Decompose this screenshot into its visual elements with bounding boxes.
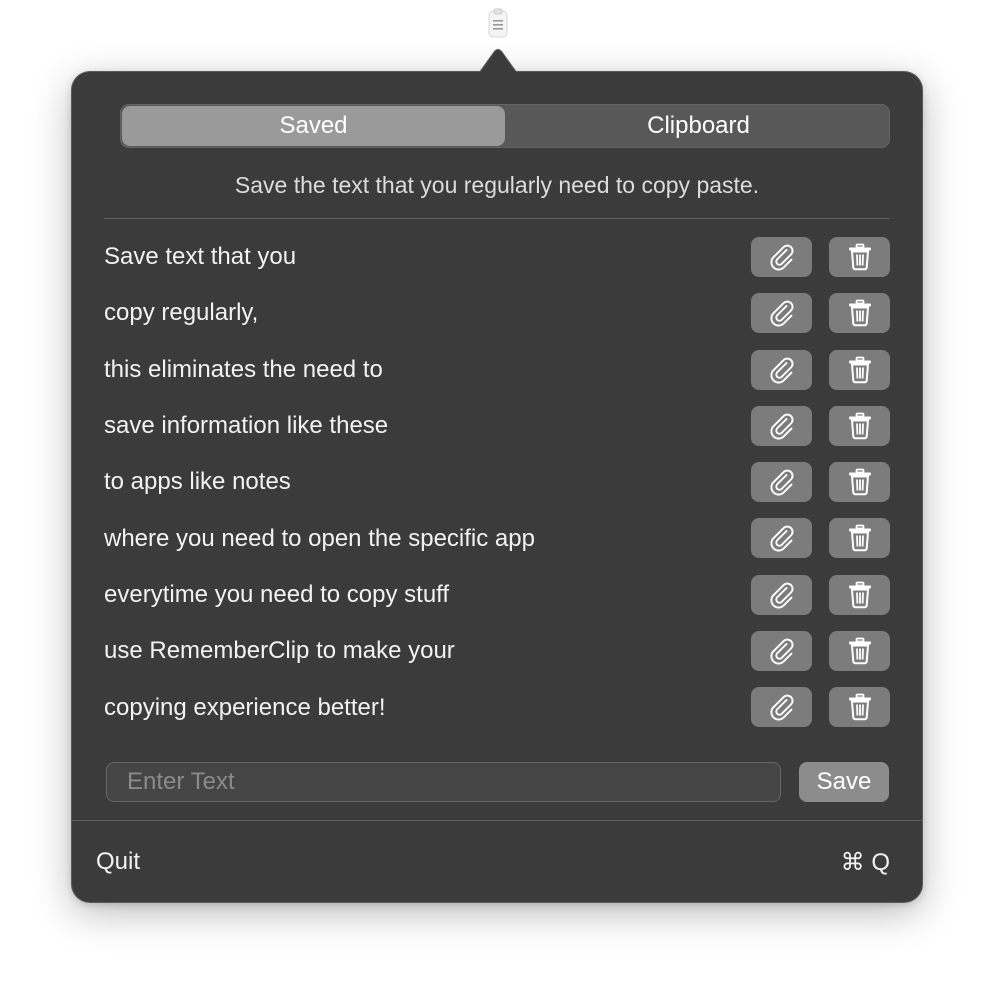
quit-shortcut: ⌘ Q [840,849,890,876]
tab-switcher: Saved Clipboard [120,104,890,148]
list-item: copy regularly, [104,285,890,341]
divider [104,218,890,219]
saved-list: Save text that you copy regularly, this el… [104,229,890,736]
trash-icon [847,468,873,496]
delete-button[interactable] [829,518,890,559]
copy-button[interactable] [751,405,812,446]
tab-saved[interactable]: Saved [122,106,505,146]
trash-icon [847,693,873,721]
trash-icon [847,412,873,440]
paperclip-icon [767,636,797,666]
copy-button[interactable] [751,349,812,390]
delete-button[interactable] [829,293,890,334]
copy-button[interactable] [751,574,812,615]
list-item: everytime you need to copy stuff [104,567,890,623]
list-item: Save text that you [104,229,890,285]
delete-button[interactable] [829,349,890,390]
divider [72,820,922,821]
add-item-row: Save [106,762,890,802]
list-item: this eliminates the need to [104,342,890,398]
popover-arrow [479,49,517,74]
save-button[interactable]: Save [799,762,889,802]
delete-button[interactable] [829,237,890,277]
list-item: copying experience better! [104,679,890,735]
paperclip-icon [767,411,797,441]
enter-text-input[interactable] [106,762,781,802]
list-item: where you need to open the specific app [104,510,890,566]
copy-button[interactable] [751,687,812,728]
trash-icon [847,581,873,609]
paperclip-icon [767,580,797,610]
trash-icon [847,356,873,384]
list-item: to apps like notes [104,454,890,510]
delete-button[interactable] [829,462,890,503]
paperclip-icon [767,692,797,722]
trash-icon [847,637,873,665]
paperclip-icon [767,523,797,553]
trash-icon [847,299,873,327]
copy-button[interactable] [751,293,812,334]
delete-button[interactable] [829,574,890,615]
tab-clipboard[interactable]: Clipboard [507,104,890,148]
paperclip-icon [767,355,797,385]
list-item: save information like these [104,398,890,454]
popover-panel: Saved Clipboard Save the text that you re… [72,72,922,902]
trash-icon [847,243,873,271]
clipboard-icon[interactable] [487,6,509,40]
list-item: use RememberClip to make your [104,623,890,679]
copy-button[interactable] [751,462,812,503]
copy-button[interactable] [751,631,812,672]
paperclip-icon [767,467,797,497]
paperclip-icon [767,242,797,272]
delete-button[interactable] [829,687,890,728]
copy-button[interactable] [751,518,812,559]
trash-icon [847,524,873,552]
paperclip-icon [767,298,797,328]
delete-button[interactable] [829,405,890,446]
quit-menu-item[interactable]: Quit [96,848,140,876]
copy-button[interactable] [751,237,812,277]
description-text: Save the text that you regularly need to… [234,172,760,198]
delete-button[interactable] [829,631,890,672]
